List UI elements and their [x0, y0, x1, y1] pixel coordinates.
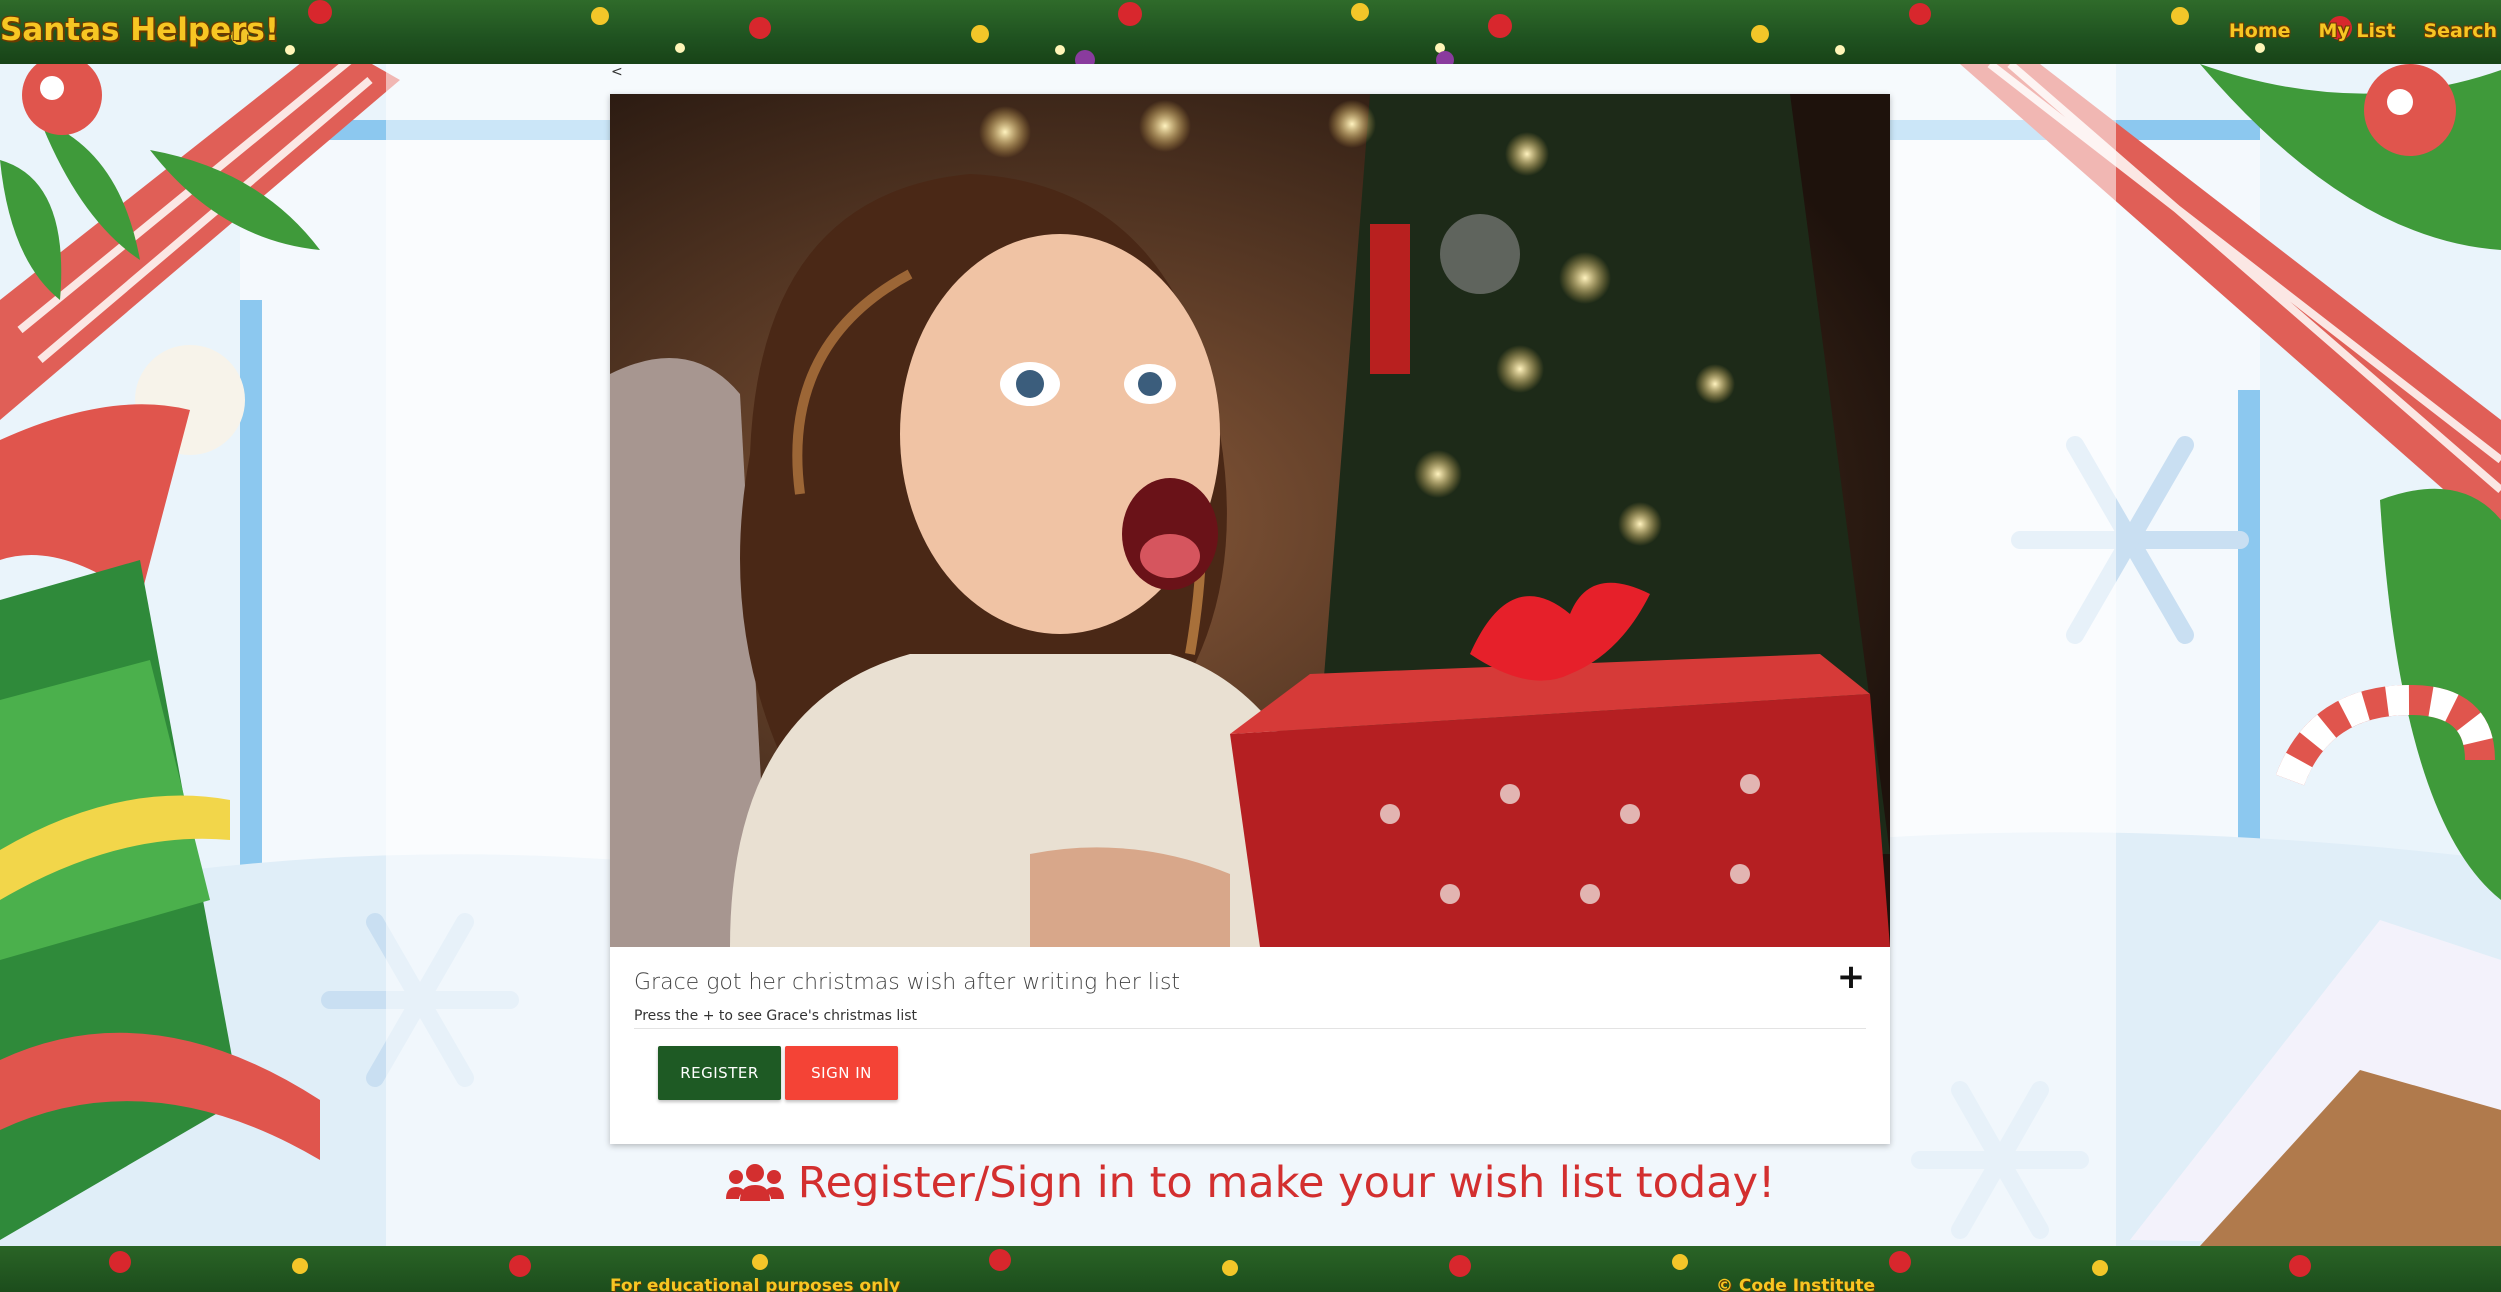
footer-garland-decoration [109, 1249, 2311, 1277]
girl-with-gift-photo [610, 94, 1890, 947]
sign-in-button[interactable]: SIGN IN [785, 1046, 898, 1100]
expand-plus-icon[interactable]: + [1836, 960, 1866, 994]
back-link[interactable]: < [611, 64, 623, 80]
nav-my-list-link[interactable]: My List [2319, 20, 2396, 42]
cta-text: Register/Sign in to make your wish list … [797, 1158, 1776, 1208]
garland-decoration [231, 0, 2352, 64]
cta-banner: Register/Sign in to make your wish list … [0, 1158, 2501, 1214]
card-divider [634, 1028, 1866, 1029]
top-nav-bar: Santas Helpers! Home My List Search [0, 0, 2501, 64]
users-icon [725, 1163, 784, 1203]
nav-search-link[interactable]: Search [2423, 20, 2497, 42]
register-button[interactable]: REGISTER [658, 1046, 781, 1100]
story-card: Grace got her christmas wish after writi… [610, 94, 1890, 1144]
nav-home-link[interactable]: Home [2229, 20, 2291, 42]
card-body: Grace got her christmas wish after writi… [610, 947, 1890, 1144]
card-hint: Press the + to see Grace's christmas lis… [634, 1008, 917, 1024]
footer-bar: For educational purposes only © Code Ins… [0, 1246, 2501, 1292]
footer-disclaimer: For educational purposes only [610, 1276, 901, 1292]
main-nav: Home My List Search [2201, 20, 2501, 42]
card-title: Grace got her christmas wish after writi… [634, 970, 1181, 995]
footer-copyright: © Code Institute [1716, 1276, 1876, 1292]
brand-logo[interactable]: Santas Helpers! [0, 12, 279, 48]
